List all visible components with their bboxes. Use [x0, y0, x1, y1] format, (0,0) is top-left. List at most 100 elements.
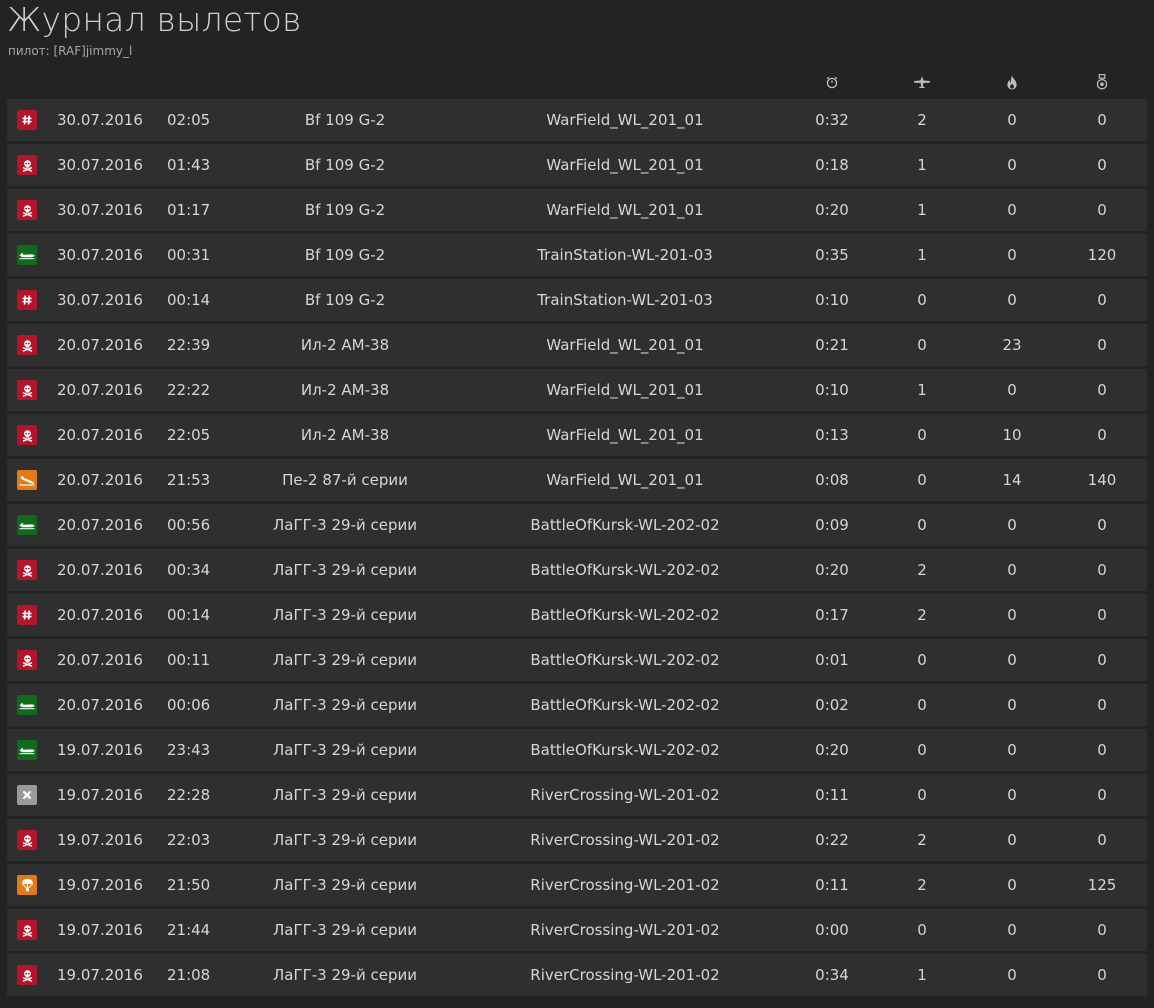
- sortie-score: 0: [1097, 336, 1107, 354]
- sortie-score: 125: [1087, 876, 1117, 894]
- sortie-mission[interactable]: TrainStation-WL-201-03: [537, 234, 713, 276]
- table-row[interactable]: 19.07.2016 21:44 ЛаГГ-3 29-й серии RiverCro…: [7, 909, 1147, 951]
- sortie-mission[interactable]: BattleOfKursk-WL-202-02: [530, 684, 719, 726]
- parachute-icon: [17, 875, 37, 895]
- medal-icon[interactable]: [1090, 70, 1114, 94]
- sortie-date: 20.07.2016: [57, 606, 143, 624]
- sortie-date: 30.07.2016: [57, 246, 143, 264]
- table-row[interactable]: 19.07.2016 22:03 ЛаГГ-3 29-й серии RiverCro…: [7, 819, 1147, 861]
- sortie-ground-kills: 0: [1007, 921, 1017, 939]
- sortie-score: 0: [1097, 786, 1107, 804]
- table-row[interactable]: 20.07.2016 22:22 Ил-2 АМ-38 WarField_WL_201…: [7, 369, 1147, 411]
- table-row[interactable]: 30.07.2016 00:14 Bf 109 G-2 TrainStation-WL…: [7, 279, 1147, 321]
- sortie-air-kills: 1: [917, 966, 927, 984]
- sortie-score: 0: [1097, 111, 1107, 129]
- sortie-air-kills: 2: [917, 831, 927, 849]
- table-row[interactable]: 30.07.2016 02:05 Bf 109 G-2 WarField_WL_201…: [7, 99, 1147, 141]
- table-row[interactable]: 20.07.2016 22:39 Ил-2 АМ-38 WarField_WL_201…: [7, 324, 1147, 366]
- sortie-date: 20.07.2016: [57, 471, 143, 489]
- sortie-air-kills: 0: [917, 696, 927, 714]
- landed-plane-icon: [17, 695, 37, 715]
- table-row[interactable]: 19.07.2016 21:50 ЛаГГ-3 29-й серии RiverCro…: [7, 864, 1147, 906]
- sortie-time: 22:39: [167, 336, 211, 354]
- sortie-mission[interactable]: WarField_WL_201_01: [546, 369, 703, 411]
- plane-icon[interactable]: [910, 70, 934, 94]
- sortie-aircraft: ЛаГГ-3 29-й серии: [272, 876, 418, 894]
- sortie-score: 120: [1087, 246, 1117, 264]
- table-row[interactable]: 20.07.2016 00:34 ЛаГГ-3 29-й серии BattleOf…: [7, 549, 1147, 591]
- sortie-score: 0: [1097, 381, 1107, 399]
- sortie-air-kills: 2: [917, 111, 927, 129]
- sortie-ground-kills: 0: [1007, 741, 1017, 759]
- sortie-ground-kills: 10: [1002, 426, 1022, 444]
- sortie-air-kills: 0: [917, 741, 927, 759]
- sortie-time: 01:17: [167, 201, 211, 219]
- stopwatch-icon[interactable]: [820, 70, 844, 94]
- sortie-aircraft: Ил-2 АМ-38: [300, 381, 390, 399]
- table-row[interactable]: 20.07.2016 00:56 ЛаГГ-3 29-й серии BattleOf…: [7, 504, 1147, 546]
- sortie-aircraft: Bf 109 G-2: [304, 246, 386, 264]
- sortie-mission[interactable]: RiverCrossing-WL-201-02: [530, 774, 719, 816]
- sortie-ground-kills: 0: [1007, 966, 1017, 984]
- sortie-ground-kills: 0: [1007, 786, 1017, 804]
- sortie-duration: 0:01: [815, 651, 849, 669]
- sortie-air-kills: 1: [917, 156, 927, 174]
- sortie-duration: 0:00: [815, 921, 849, 939]
- sortie-score: 0: [1097, 291, 1107, 309]
- table-row[interactable]: 30.07.2016 01:43 Bf 109 G-2 WarField_WL_201…: [7, 144, 1147, 186]
- sortie-mission[interactable]: WarField_WL_201_01: [546, 459, 703, 501]
- sortie-score: 0: [1097, 561, 1107, 579]
- sortie-mission[interactable]: TrainStation-WL-201-03: [537, 279, 713, 321]
- sortie-duration: 0:18: [815, 156, 849, 174]
- table-row[interactable]: 30.07.2016 01:17 Bf 109 G-2 WarField_WL_201…: [7, 189, 1147, 231]
- sortie-mission[interactable]: RiverCrossing-WL-201-02: [530, 909, 719, 951]
- sortie-mission[interactable]: BattleOfKursk-WL-202-02: [530, 729, 719, 771]
- sortie-mission[interactable]: WarField_WL_201_01: [546, 99, 703, 141]
- sortie-mission[interactable]: RiverCrossing-WL-201-02: [530, 864, 719, 906]
- sortie-mission[interactable]: BattleOfKursk-WL-202-02: [530, 639, 719, 681]
- hash-icon: [17, 110, 37, 130]
- sortie-mission[interactable]: BattleOfKursk-WL-202-02: [530, 549, 719, 591]
- sortie-duration: 0:20: [815, 561, 849, 579]
- sortie-aircraft: ЛаГГ-3 29-й серии: [272, 516, 418, 534]
- sortie-mission[interactable]: WarField_WL_201_01: [546, 144, 703, 186]
- sortie-ground-kills: 0: [1007, 201, 1017, 219]
- table-row[interactable]: 30.07.2016 00:31 Bf 109 G-2 TrainStation-WL…: [7, 234, 1147, 276]
- sortie-mission[interactable]: WarField_WL_201_01: [546, 189, 703, 231]
- sortie-aircraft: ЛаГГ-3 29-й серии: [272, 606, 418, 624]
- sortie-mission[interactable]: BattleOfKursk-WL-202-02: [530, 504, 719, 546]
- table-row[interactable]: 20.07.2016 00:14 ЛаГГ-3 29-й серии BattleOf…: [7, 594, 1147, 636]
- sortie-date: 30.07.2016: [57, 291, 143, 309]
- sortie-date: 30.07.2016: [57, 201, 143, 219]
- sortie-ground-kills: 0: [1007, 561, 1017, 579]
- sortie-ground-kills: 0: [1007, 156, 1017, 174]
- sortie-time: 00:14: [167, 291, 211, 309]
- sortie-mission[interactable]: BattleOfKursk-WL-202-02: [530, 594, 719, 636]
- sortie-mission[interactable]: WarField_WL_201_01: [546, 414, 703, 456]
- sortie-aircraft: Bf 109 G-2: [304, 156, 386, 174]
- skull-icon: [17, 425, 37, 445]
- skull-icon: [17, 965, 37, 985]
- sortie-air-kills: 2: [917, 606, 927, 624]
- table-row[interactable]: 20.07.2016 22:05 Ил-2 АМ-38 WarField_WL_201…: [7, 414, 1147, 456]
- sortie-aircraft: Ил-2 АМ-38: [300, 426, 390, 444]
- table-row[interactable]: 20.07.2016 21:53 Пе-2 87-й серии WarField_W…: [7, 459, 1147, 501]
- fire-icon[interactable]: [1000, 70, 1024, 94]
- sortie-mission[interactable]: RiverCrossing-WL-201-02: [530, 954, 719, 996]
- table-row[interactable]: 20.07.2016 00:11 ЛаГГ-3 29-й серии BattleOf…: [7, 639, 1147, 681]
- pilot-label: пилот: [RAF]jimmy_l: [8, 44, 133, 58]
- sortie-date: 20.07.2016: [57, 561, 143, 579]
- sortie-air-kills: 0: [917, 921, 927, 939]
- sortie-air-kills: 0: [917, 471, 927, 489]
- table-row[interactable]: 19.07.2016 22:28 ЛаГГ-3 29-й серии RiverCro…: [7, 774, 1147, 816]
- sortie-air-kills: 0: [917, 516, 927, 534]
- sortie-date: 20.07.2016: [57, 381, 143, 399]
- sortie-air-kills: 2: [917, 876, 927, 894]
- sortie-duration: 0:08: [815, 471, 849, 489]
- table-row[interactable]: 19.07.2016 21:08 ЛаГГ-3 29-й серии RiverCro…: [7, 954, 1147, 996]
- table-row[interactable]: 19.07.2016 23:43 ЛаГГ-3 29-й серии BattleOf…: [7, 729, 1147, 771]
- table-row[interactable]: 20.07.2016 00:06 ЛаГГ-3 29-й серии BattleOf…: [7, 684, 1147, 726]
- sortie-mission[interactable]: WarField_WL_201_01: [546, 324, 703, 366]
- sortie-time: 01:43: [167, 156, 211, 174]
- sortie-mission[interactable]: RiverCrossing-WL-201-02: [530, 819, 719, 861]
